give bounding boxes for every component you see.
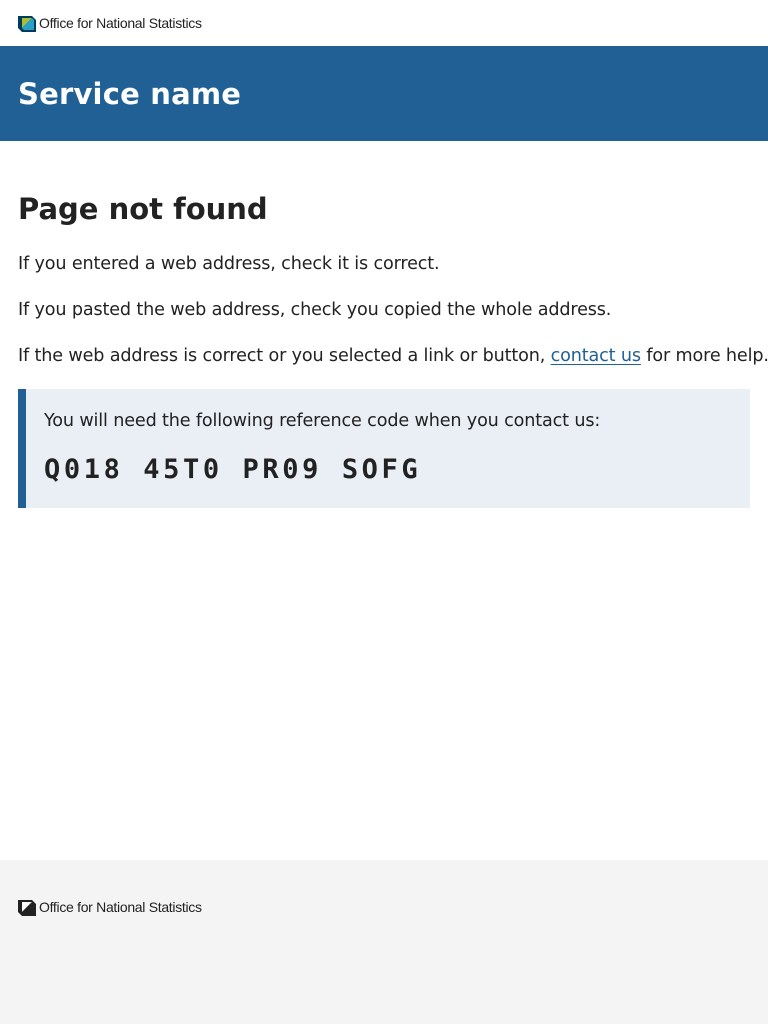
header-band: Service name (0, 46, 768, 141)
paragraph-help: If the web address is correct or you sel… (18, 343, 768, 369)
reference-label: You will need the following reference co… (44, 411, 601, 431)
reference-code: Q018 45T0 PR09 SOFG (44, 454, 422, 485)
page-title: Page not found (18, 192, 268, 226)
page: Office for National Statistics Service n… (0, 0, 768, 1024)
help-text-after: for more help. (640, 346, 768, 366)
ons-logo-icon (18, 16, 36, 32)
logo-text-light: Office for (39, 15, 97, 31)
footer-ons-logo-icon (18, 900, 36, 916)
footer-logo-text: Office for National Statistics (39, 899, 202, 915)
contact-us-link[interactable]: contact us (551, 346, 641, 366)
paragraph-check-address: If you entered a web address, check it i… (18, 254, 440, 274)
service-name-link[interactable]: Service name (18, 77, 241, 111)
main-content: Page not found If you entered a web addr… (0, 141, 768, 508)
masthead: Office for National Statistics (0, 0, 768, 46)
logo-text-bold: National Statistics (96, 15, 202, 31)
ons-logo-link[interactable]: Office for National Statistics (18, 14, 202, 32)
footer-logo-text-light: Office for (39, 899, 97, 915)
footer-ons-logo-link[interactable]: Office for National Statistics (18, 898, 750, 916)
footer: Office for National Statistics (0, 860, 768, 1024)
footer-logo-text-bold: National Statistics (96, 899, 202, 915)
reference-panel: You will need the following reference co… (18, 389, 750, 508)
paragraph-pasted-address: If you pasted the web address, check you… (18, 300, 612, 320)
ons-logo-text: Office for National Statistics (39, 15, 202, 31)
help-text-before: If the web address is correct or you sel… (18, 346, 551, 366)
